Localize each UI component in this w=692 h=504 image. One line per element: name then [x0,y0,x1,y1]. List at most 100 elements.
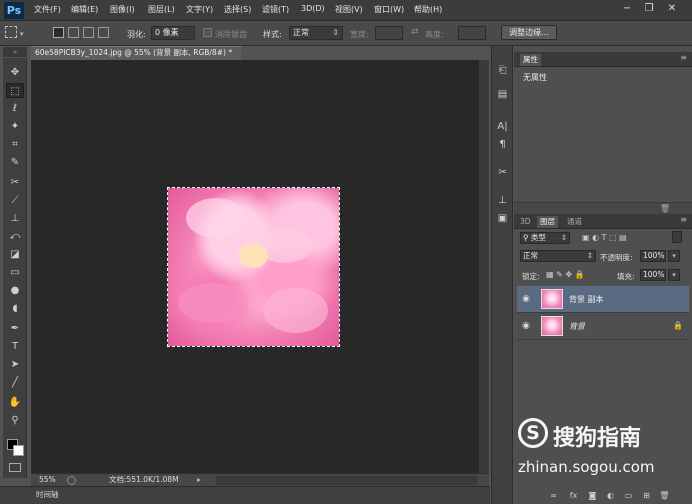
layer-row-background[interactable]: ◉ 背景 🔒 [517,313,689,340]
width-label: 宽度: [350,30,369,39]
feather-input[interactable]: 0 像素 [151,26,195,40]
blur-tool-icon[interactable]: ● [6,283,24,298]
lasso-tool-icon[interactable]: ℓ [6,101,24,116]
antialias-checkbox[interactable] [203,28,212,37]
minimize-icon[interactable]: − [619,2,635,16]
menu-edit[interactable]: 编辑(E) [71,4,98,15]
tab-3d[interactable]: 3D [517,216,534,228]
marquee-preset-icon[interactable] [5,26,17,38]
chevron-down-icon[interactable]: ▾ [668,269,680,281]
menu-type[interactable]: 文字(Y) [186,4,213,15]
document-tab[interactable]: 60e58PICB3y_1024.jpg @ 55% (背景 副本, RGB/8… [31,46,241,60]
search-icon: ⚲ [523,233,531,242]
tab-properties[interactable]: 属性 [520,54,541,66]
shape-tool-icon[interactable]: ╱ [6,375,24,390]
fill-input[interactable]: 100% [640,269,666,281]
toolbox-collapse-icon[interactable]: » [3,47,27,57]
zoom-level[interactable]: 55% [39,474,56,486]
status-menu-icon[interactable] [67,476,76,485]
close-icon[interactable]: ✕ [664,2,680,16]
eraser-tool-icon[interactable]: ◪ [6,247,24,262]
dodge-tool-icon[interactable]: ◖ [6,301,24,316]
new-selection-icon[interactable] [53,27,64,38]
layer-style-icon[interactable]: fx [568,491,579,501]
tab-layers[interactable]: 图层 [537,216,558,228]
flower-image[interactable] [167,187,340,347]
menu-layer[interactable]: 图层(L) [148,4,175,15]
healing-brush-icon[interactable]: ✂ [6,175,24,190]
paragraph-icon[interactable]: ¶ [495,138,510,152]
swap-icon[interactable]: ⇄ [411,27,419,37]
width-input[interactable] [375,26,403,40]
tab-channels[interactable]: 通道 [564,216,585,228]
path-selection-icon[interactable]: ➤ [6,357,24,372]
opacity-input[interactable]: 100% [640,250,666,262]
menu-help[interactable]: 帮助(H) [414,4,442,15]
history-icon[interactable]: ⎗ [495,64,510,78]
blend-mode-value: 正常 [523,251,538,260]
layer-name[interactable]: 背景 副本 [569,294,604,305]
status-arrow-icon[interactable]: ▸ [197,474,201,486]
style-select[interactable]: 正常 ⇕ [289,26,343,40]
brush-presets-icon[interactable]: ▣ [495,212,510,226]
character-icon[interactable]: A| [495,120,510,134]
tool-presets-icon[interactable]: ✂ [495,166,510,180]
menu-select[interactable]: 选择(S) [224,4,251,15]
gradient-tool-icon[interactable]: ▭ [6,265,24,280]
background-color-swatch[interactable] [13,445,24,456]
vertical-scrollbar[interactable] [479,60,489,473]
intersect-selection-icon[interactable] [98,27,109,38]
new-group-icon[interactable]: ▭ [623,491,634,501]
crop-tool-icon[interactable]: ⌗ [6,137,24,152]
magic-wand-icon[interactable]: ✦ [6,119,24,134]
panel-menu-icon[interactable]: ≡ [680,215,687,224]
swatches-icon[interactable]: ▤ [495,88,510,102]
move-tool-icon[interactable]: ✥ [6,65,24,80]
menu-filter[interactable]: 滤镜(T) [262,4,289,15]
menu-window[interactable]: 窗口(W) [374,4,404,15]
blend-mode-select[interactable]: 正常 ⇕ [520,250,596,262]
history-brush-icon[interactable]: ⤺ [6,229,24,244]
clone-source-icon[interactable]: ⊥ [495,194,510,208]
eye-icon[interactable]: ◉ [521,294,531,304]
menu-3d[interactable]: 3D(D) [301,4,325,13]
restore-icon[interactable]: ❐ [641,2,657,16]
menu-image[interactable]: 图像(I) [110,4,135,15]
layer-thumbnail [541,289,563,309]
feather-label: 羽化: [127,30,146,39]
layer-name[interactable]: 背景 [569,321,585,332]
adjustment-layer-icon[interactable]: ◐ [605,491,616,501]
fill-label: 填充: [617,272,635,281]
eye-icon[interactable]: ◉ [521,321,531,331]
filter-toggle[interactable] [672,231,682,243]
horizontal-scrollbar[interactable] [216,476,478,485]
layer-filter-select[interactable]: ⚲ 类型 ⇕ [520,232,570,244]
subtract-selection-icon[interactable] [83,27,94,38]
clone-stamp-icon[interactable]: ⊥ [6,211,24,226]
quick-mask-icon[interactable] [9,463,21,472]
height-input[interactable] [458,26,486,40]
delete-icon[interactable]: 🗑 [660,204,670,213]
hand-tool-icon[interactable]: ✋ [6,395,24,410]
lock-icons[interactable]: ▦ ✎ ✥ 🔒 [546,270,585,279]
marquee-tool-icon[interactable]: ⬚ [6,83,24,98]
eyedropper-icon[interactable]: ✎ [6,155,24,170]
delete-layer-icon[interactable]: 🗑 [659,491,670,501]
type-tool-icon[interactable]: T [6,339,24,354]
menu-view[interactable]: 视图(V) [335,4,363,15]
panel-menu-icon[interactable]: ≡ [680,53,687,62]
menu-file[interactable]: 文件(F) [34,4,61,15]
add-selection-icon[interactable] [68,27,79,38]
pen-tool-icon[interactable]: ✒ [6,321,24,336]
brush-tool-icon[interactable]: ⟋ [6,193,24,208]
layer-filter-icons[interactable]: ▣ ◐ T ⬚ ▤ [582,233,627,242]
link-layers-icon[interactable]: ∞ [548,491,559,501]
layer-row-background-copy[interactable]: ◉ 背景 副本 [517,286,689,313]
layer-mask-icon[interactable]: ◙ [587,491,598,501]
chevron-down-icon[interactable]: ▾ [20,30,24,38]
new-layer-icon[interactable]: ⊞ [641,491,652,501]
zoom-tool-icon[interactable]: ⚲ [6,413,24,428]
timeline-tab[interactable]: 时间轴 [36,487,59,503]
chevron-down-icon[interactable]: ▾ [668,250,680,262]
refine-edge-button[interactable]: 调整边缘... [501,25,557,40]
